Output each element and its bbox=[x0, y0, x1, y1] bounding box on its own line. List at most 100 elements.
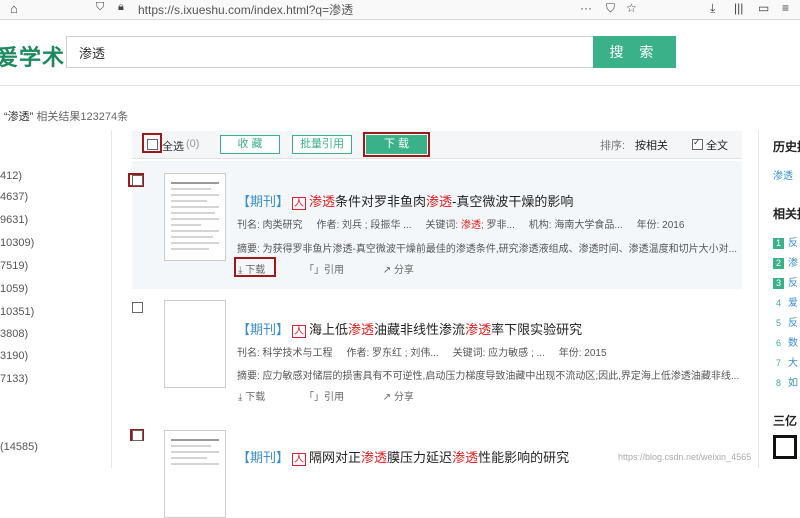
site-logo[interactable]: 爰学术 bbox=[0, 40, 65, 72]
title-highlight: 渗透 bbox=[452, 450, 479, 465]
rank-number: 6 bbox=[775, 338, 781, 348]
watermark: https://blog.csdn.net/weixin_4565 bbox=[618, 452, 752, 462]
menu-icon[interactable]: ≡ bbox=[782, 1, 789, 15]
select-all-checkbox[interactable] bbox=[147, 139, 158, 150]
facet-item[interactable]: 9631) bbox=[0, 214, 28, 226]
fulltext-label[interactable]: 全文 bbox=[706, 137, 728, 153]
more-icon[interactable]: ··· bbox=[580, 1, 592, 15]
keywords-label: 关键词: bbox=[452, 348, 486, 359]
download-button[interactable]: 下 载 bbox=[366, 135, 427, 154]
cite-label: 引用 bbox=[323, 265, 344, 276]
rank-text: 反 bbox=[788, 238, 798, 249]
fulltext-checkbox[interactable]: ✓ bbox=[692, 137, 703, 150]
rank-number: 8 bbox=[775, 378, 781, 388]
download-link[interactable]: ⤓ 下载 bbox=[238, 265, 283, 276]
title-highlight: 渗透 bbox=[348, 322, 375, 337]
facet-item[interactable]: 7519) bbox=[0, 260, 28, 272]
download-label: 下载 bbox=[245, 392, 266, 403]
result-item: 【期刊】人海上低渗透油藏非线性渗流渗透率下限实验研究 刊名: 科学技术与工程 作… bbox=[132, 295, 742, 415]
title-highlight: 渗透 bbox=[465, 322, 492, 337]
related-item[interactable]: 6数 bbox=[773, 334, 798, 349]
result-count: “渗透” 相关结果123274条 bbox=[4, 108, 128, 124]
batch-cite-button[interactable]: 批量引用 bbox=[292, 135, 352, 154]
rank-number: 4 bbox=[775, 298, 781, 308]
title-text: -真空微波干燥的影响 bbox=[452, 194, 574, 209]
result-actions: ⤓ 下载 「」引用 ↗ 分享 bbox=[238, 261, 450, 276]
result-checkbox[interactable] bbox=[132, 302, 143, 313]
authors[interactable]: 作者: 罗东红 ; 刘伟... bbox=[346, 348, 438, 359]
result-actions: ⤓ 下载 「」引用 ↗ 分享 bbox=[238, 388, 450, 403]
lock-icon[interactable]: 🔒︎ bbox=[118, 1, 124, 14]
result-meta: 刊名: 科学技术与工程 作者: 罗东红 ; 刘伟... 关键词: 应力敏感 ; … bbox=[237, 344, 607, 359]
facet-item[interactable]: 10309) bbox=[0, 237, 34, 249]
history-item[interactable]: 渗透 bbox=[773, 167, 793, 182]
related-item[interactable]: 3反 bbox=[773, 274, 798, 289]
cite-link[interactable]: 「」引用 bbox=[304, 265, 362, 276]
keyword-highlight[interactable]: 渗透 bbox=[461, 220, 481, 231]
authors[interactable]: 作者: 刘兵 ; 段振华 ... bbox=[316, 220, 411, 231]
cite-link[interactable]: 「」引用 bbox=[304, 392, 362, 403]
related-item[interactable]: 1反 bbox=[773, 234, 798, 249]
related-item[interactable]: 4爱 bbox=[773, 294, 798, 309]
pocket-icon[interactable]: ⛉ bbox=[606, 1, 615, 16]
abstract-text: 摘要: 为获得罗非鱼片渗透-真空微波干燥前最佳的渗透条件,研究渗透液组成、渗透时… bbox=[237, 244, 737, 255]
results-toolbar: 全选 (0) 收 藏 批量引用 下 载 排序: 按相关 ✓ 全文 bbox=[132, 131, 742, 159]
rank-number: 3 bbox=[773, 278, 784, 289]
related-item[interactable]: 5反 bbox=[773, 314, 798, 329]
facet-item[interactable]: 4637) bbox=[0, 191, 28, 203]
facet-item[interactable]: 10351) bbox=[0, 306, 34, 318]
search-button[interactable]: 搜 索 bbox=[593, 36, 676, 68]
institution[interactable]: 机构: 海南大学食品... bbox=[529, 220, 623, 231]
share-link[interactable]: ↗ 分享 bbox=[383, 265, 432, 276]
journal-name[interactable]: 刊名: 科学技术与工程 bbox=[237, 348, 333, 359]
library-icon[interactable]: ||| bbox=[734, 1, 743, 15]
star-icon[interactable]: ☆ bbox=[626, 1, 637, 15]
shield-icon[interactable]: ⛉ bbox=[96, 1, 104, 14]
sort-label: 排序: bbox=[600, 140, 626, 152]
result-title[interactable]: 【期刊】人隔网对正渗透膜压力延迟渗透性能影响的研究 bbox=[237, 447, 569, 466]
title-text: 海上低 bbox=[309, 322, 349, 337]
journal-name[interactable]: 刊名: 肉类研究 bbox=[237, 220, 303, 231]
download-link[interactable]: ⤓ 下载 bbox=[238, 392, 283, 403]
reader-icon[interactable]: ▭ bbox=[758, 1, 769, 15]
facet-item[interactable]: 7133) bbox=[0, 373, 28, 385]
keywords-value[interactable]: 应力敏感 ; ... bbox=[488, 348, 545, 359]
related-item[interactable]: 8如 bbox=[773, 374, 798, 389]
sort-relevance[interactable]: 按相关 bbox=[635, 137, 668, 153]
related-item[interactable]: 2渗 bbox=[773, 254, 798, 269]
result-checkbox[interactable] bbox=[132, 175, 143, 186]
address-bar[interactable]: https://s.ixueshu.com/index.html?q=渗透 bbox=[138, 1, 353, 18]
search-input[interactable]: 渗透 bbox=[66, 36, 594, 68]
paper-thumbnail[interactable] bbox=[164, 300, 226, 388]
share-link[interactable]: ↗ 分享 bbox=[383, 392, 432, 403]
title-text: 隔网对正 bbox=[309, 450, 362, 465]
facet-item[interactable]: 3190) bbox=[0, 350, 28, 362]
result-title[interactable]: 【期刊】人海上低渗透油藏非线性渗流渗透率下限实验研究 bbox=[237, 319, 582, 338]
related-item[interactable]: 7大 bbox=[773, 354, 798, 369]
rank-number: 5 bbox=[775, 318, 781, 328]
favorite-button[interactable]: 收 藏 bbox=[220, 135, 280, 154]
selected-count: (0) bbox=[186, 138, 200, 150]
result-title[interactable]: 【期刊】人渗透条件对罗非鱼肉渗透-真空微波干燥的影响 bbox=[237, 191, 573, 210]
paper-thumbnail[interactable] bbox=[164, 430, 226, 518]
rank-number: 2 bbox=[773, 258, 784, 269]
filter-sidebar: 412) 4637) 9631) 10309) 7519) 1059) 1035… bbox=[0, 130, 112, 468]
paper-thumbnail[interactable] bbox=[164, 173, 226, 261]
download-icon[interactable]: ⤓ bbox=[710, 1, 715, 16]
select-all-label[interactable]: 全选 bbox=[162, 138, 184, 154]
rank-text: 大 bbox=[788, 358, 798, 369]
share-label: 分享 bbox=[393, 392, 414, 403]
facet-item[interactable]: 3808) bbox=[0, 328, 28, 340]
facet-item[interactable]: 412) bbox=[0, 170, 22, 182]
year: 年份: 2016 bbox=[636, 220, 685, 231]
home-icon[interactable]: ⌂ bbox=[10, 1, 18, 16]
title-highlight: 渗透 bbox=[309, 194, 336, 209]
rank-text: 反 bbox=[788, 278, 798, 289]
facet-item[interactable]: (14585) bbox=[0, 441, 38, 453]
facet-item[interactable]: 1059) bbox=[0, 283, 28, 295]
result-type-tag: 【期刊】 bbox=[237, 322, 290, 337]
result-checkbox[interactable] bbox=[132, 430, 143, 441]
title-text: 性能影响的研究 bbox=[478, 450, 570, 465]
rank-text: 爱 bbox=[788, 298, 798, 309]
keywords-label: 关键词: bbox=[425, 220, 459, 231]
